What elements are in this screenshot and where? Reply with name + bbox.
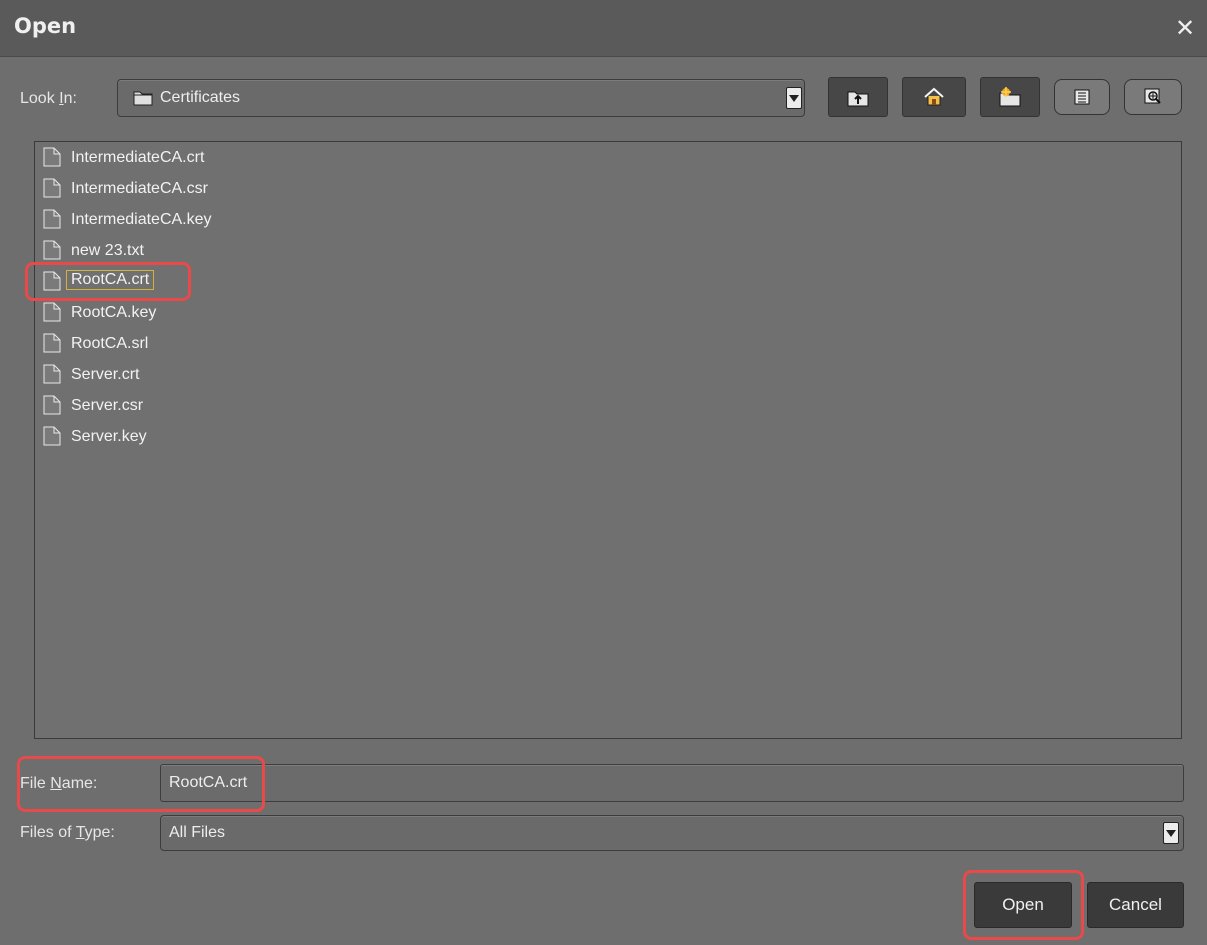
file-list[interactable]: IntermediateCA.crt IntermediateCA.csr Inte… (34, 141, 1182, 739)
up-folder-button[interactable] (828, 77, 888, 117)
file-name-text: IntermediateCA.key (71, 211, 212, 228)
title-bar: Open ✕ (0, 0, 1207, 57)
details-view-button[interactable] (1124, 79, 1182, 115)
new-folder-button[interactable] (980, 77, 1040, 117)
details-view-icon (1144, 88, 1161, 104)
document-icon (43, 364, 61, 389)
file-name-text: Server.crt (71, 366, 140, 383)
file-name-text: IntermediateCA.crt (71, 149, 205, 166)
annotation-highlight-selected-file (25, 262, 191, 301)
look-in-dropdown-icon[interactable] (786, 87, 802, 109)
annotation-highlight-open-button (963, 870, 1084, 940)
document-icon (43, 147, 61, 172)
list-view-button[interactable] (1054, 79, 1110, 115)
document-icon (43, 302, 61, 327)
file-name-text: Server.csr (71, 397, 144, 414)
annotation-highlight-file-name (17, 756, 265, 812)
file-name-field[interactable]: RootCA.crt (160, 764, 1184, 802)
up-folder-icon (847, 91, 869, 107)
folder-icon (133, 91, 153, 106)
file-name-text: RootCA.srl (71, 335, 149, 352)
look-in-value: Certificates (160, 89, 241, 106)
new-folder-icon (999, 87, 1021, 107)
list-view-icon (1074, 89, 1090, 105)
files-of-type-label: Files of Type: (20, 824, 115, 841)
file-name-text: IntermediateCA.csr (71, 180, 208, 197)
document-icon (43, 395, 61, 420)
files-of-type-value: All Files (169, 824, 226, 841)
look-in-label: Look In: (20, 90, 77, 107)
file-name-text: RootCA.key (71, 304, 157, 321)
home-button[interactable] (902, 77, 966, 117)
document-icon (43, 178, 61, 203)
document-icon (43, 426, 61, 451)
file-name-text: Server.key (71, 428, 147, 445)
document-icon (43, 209, 61, 234)
look-in-combo[interactable]: Certificates (117, 79, 805, 117)
dialog-title: Open (14, 14, 77, 38)
home-icon (924, 87, 944, 106)
file-name-text: new 23.txt (71, 242, 144, 259)
cancel-button[interactable]: Cancel (1087, 882, 1184, 928)
files-of-type-combo[interactable]: All Files (160, 815, 1184, 851)
close-icon[interactable]: ✕ (1172, 16, 1198, 42)
document-icon (43, 333, 61, 358)
files-of-type-dropdown-icon[interactable] (1163, 822, 1179, 844)
